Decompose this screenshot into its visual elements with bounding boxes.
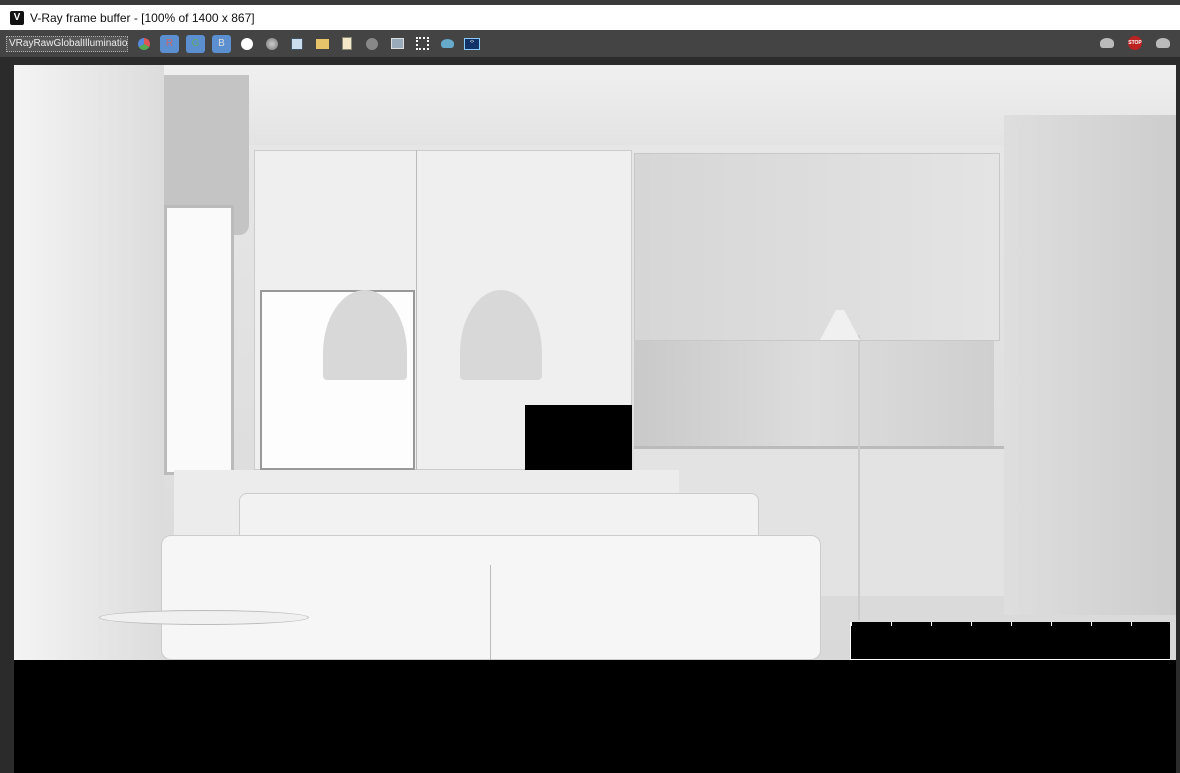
render-bucket-region [850, 622, 1170, 660]
clipboard-icon[interactable] [338, 35, 356, 53]
teapot-last-icon[interactable] [1154, 34, 1172, 52]
clear-icon[interactable] [363, 35, 381, 53]
color-channels-icon[interactable] [135, 35, 153, 53]
teapot-render-icon[interactable] [438, 35, 456, 53]
region-icon[interactable] [413, 35, 431, 53]
compare-icon[interactable] [388, 35, 406, 53]
green-channel-button[interactable]: G [186, 34, 205, 53]
r-label: R [165, 38, 174, 49]
save-icon[interactable] [288, 35, 306, 53]
chevron-down-icon: ▼ [127, 38, 128, 49]
channel-select[interactable]: VRayRawGlobalIlluminatio▼ [6, 35, 128, 52]
stop-label: STOP [1128, 36, 1142, 50]
vray-logo-icon: V [10, 10, 24, 25]
render-image [14, 65, 1176, 660]
title-bar: V V-Ray frame buffer - [100% of 1400 x 8… [0, 5, 1180, 30]
render-controls: STOP [1098, 34, 1172, 52]
open-folder-icon[interactable] [313, 35, 331, 53]
red-channel-button[interactable]: R [160, 34, 179, 53]
teapot-icon[interactable] [1098, 34, 1116, 52]
blue-channel-button[interactable]: B [212, 34, 231, 53]
gray-circle-icon[interactable] [263, 35, 281, 53]
white-circle-icon[interactable] [238, 35, 256, 53]
vfb-history-icon[interactable]: ‹› [463, 35, 481, 53]
window-title: V-Ray frame buffer - [100% of 1400 x 867… [30, 10, 255, 25]
render-viewport[interactable] [14, 65, 1176, 773]
toolbar: VRayRawGlobalIlluminatio▼ R G B ‹› [0, 30, 1180, 57]
stop-icon[interactable]: STOP [1126, 34, 1144, 52]
channel-value: VRayRawGlobalIlluminatio [9, 38, 128, 49]
g-label: G [191, 38, 200, 49]
b-label: B [218, 38, 225, 49]
